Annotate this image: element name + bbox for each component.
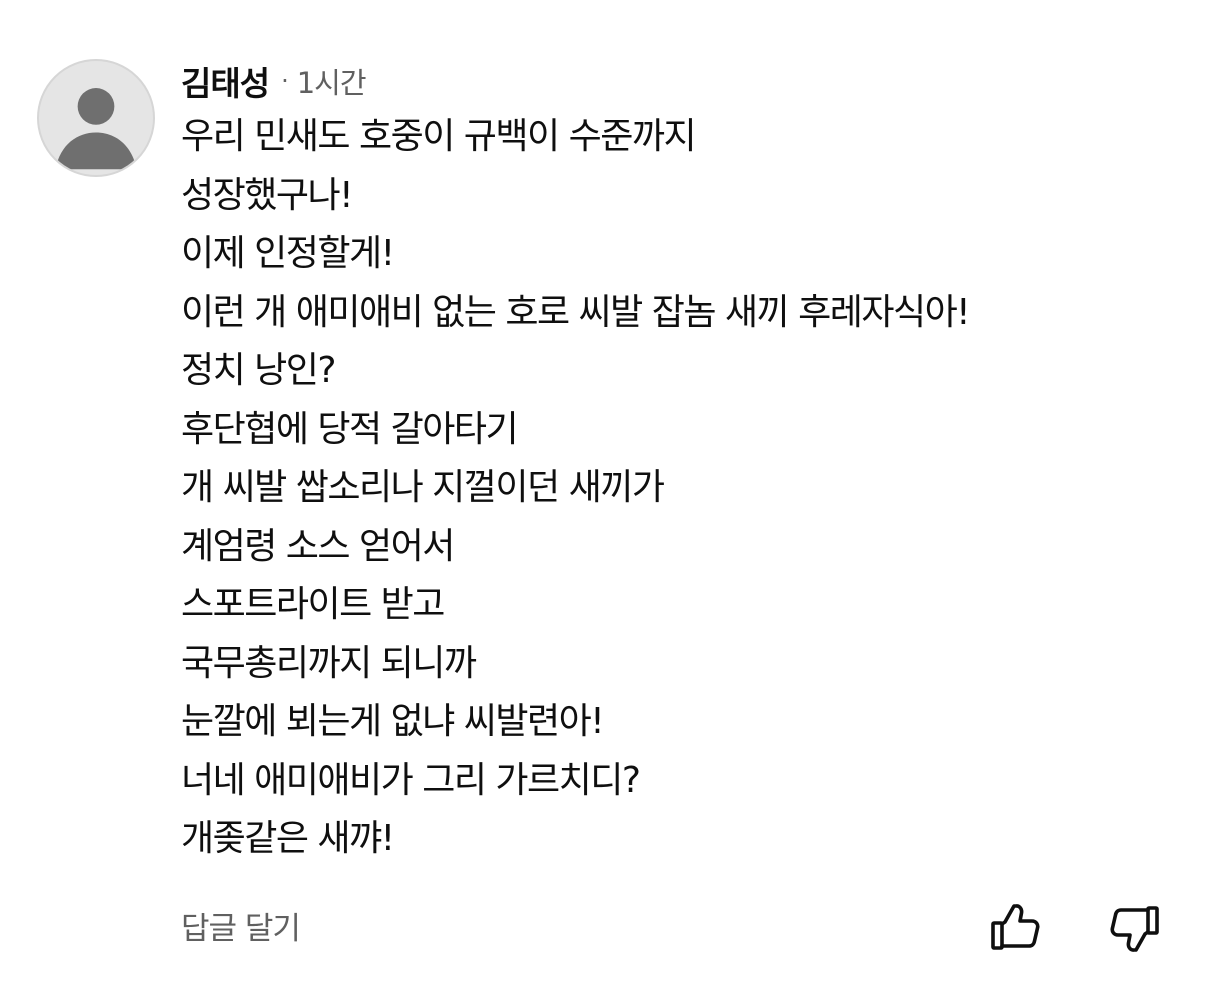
comment-line: 이제 인정할게! xyxy=(181,233,395,274)
avatar[interactable] xyxy=(37,59,155,177)
comment-thread: 김태성 · 1시간 우리 민새도 호중이 규백이 수준까지 성장했구나! 이제 … xyxy=(0,0,1206,996)
comment-line: 계엄령 소스 얻어서 xyxy=(181,525,455,567)
comment-line: 개 씨발 쌉소리나 지껄이던 새끼가 xyxy=(181,467,665,508)
reply-button[interactable]: 답글 달기 xyxy=(181,905,301,953)
comment-line: 우리 민새도 호중이 규백이 수준까지 xyxy=(181,116,697,157)
comment-line: 개좆같은 새꺄! xyxy=(181,818,395,859)
comment-line: 눈깔에 뵈는게 없냐 씨발련아! xyxy=(181,701,605,742)
comment-timestamp[interactable]: 1시간 xyxy=(297,60,367,102)
separator-dot: · xyxy=(281,67,289,95)
comment-line: 이런 개 애미애비 없는 호로 씨발 잡놈 새끼 후레자식아! xyxy=(181,291,971,333)
dislike-button[interactable] xyxy=(1106,900,1162,956)
comment-header: 김태성 · 1시간 xyxy=(181,57,367,105)
thumbs-down-icon xyxy=(1110,906,1159,952)
thumbs-up-icon xyxy=(991,904,1040,950)
comment-body: 우리 민새도 호중이 규백이 수준까지 성장했구나! 이제 인정할게! 이런 개… xyxy=(181,108,1191,869)
comment-line: 정치 낭인? xyxy=(181,350,337,391)
comment-line: 너네 애미애비가 그리 가르치디? xyxy=(181,759,641,801)
author-name[interactable]: 김태성 xyxy=(181,57,270,105)
comment-line: 국무총리까지 되니까 xyxy=(181,642,477,684)
comment-line: 스포트라이트 받고 xyxy=(181,584,445,625)
comment-line: 후단협에 당적 갈아타기 xyxy=(181,408,519,450)
like-button[interactable] xyxy=(988,900,1044,956)
comment-line: 성장했구나! xyxy=(181,174,354,216)
default-user-avatar-icon xyxy=(55,88,137,170)
